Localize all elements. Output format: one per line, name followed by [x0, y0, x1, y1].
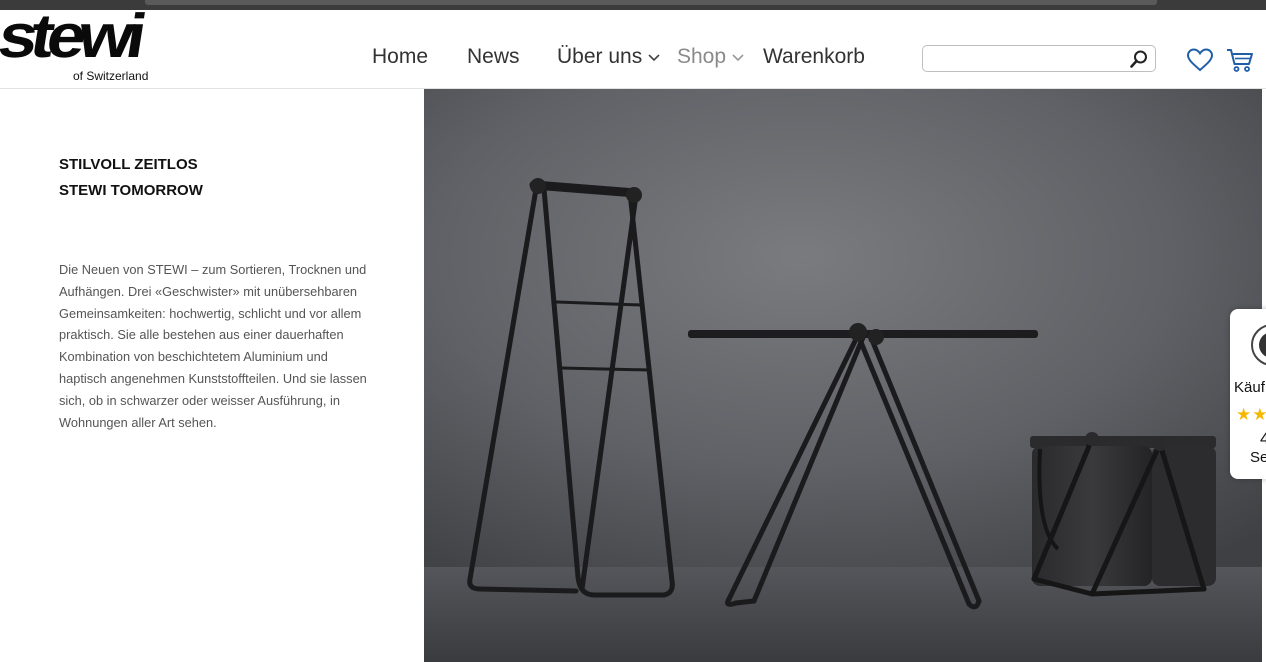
intro-headings: STILVOLL ZEITLOS STEWI TOMORROW: [59, 152, 379, 204]
star-rating: ★★: [1236, 405, 1266, 424]
trust-badge-widget[interactable]: Käuf ★★ 4 Se: [1230, 309, 1266, 479]
chevron-down-icon: [732, 54, 744, 62]
browser-top-bar: [145, 0, 1157, 5]
trust-seal-icon: [1251, 324, 1266, 366]
nav-item-label: Warenkorb: [763, 45, 865, 68]
chevron-down-icon: [648, 54, 660, 62]
trust-score: 4: [1260, 429, 1266, 448]
browser-top-strip: [0, 0, 1266, 10]
site-header: stewi of Switzerland Home News Über uns …: [0, 2, 1266, 89]
hero-photo-furniture: [424, 89, 1262, 662]
trust-badge-label: Käuf: [1234, 379, 1265, 396]
headline-2: STEWI TOMORROW: [59, 182, 203, 199]
search-input[interactable]: [929, 49, 1133, 70]
nav-item-label: Home: [372, 45, 429, 68]
intro-body-text: Die Neuen von STEWI – zum Sortieren, Tro…: [59, 262, 367, 430]
logo[interactable]: stewi of Switzerland: [0, 2, 160, 83]
nav-item-label: Shop: [677, 45, 727, 68]
hero-image: [424, 89, 1262, 662]
search-icon[interactable]: [1129, 49, 1149, 69]
heart-icon[interactable]: [1186, 47, 1214, 73]
nav-item-shop[interactable]: Shop: [677, 45, 744, 69]
trust-more-text: Se: [1250, 449, 1266, 466]
nav-item-ueber-uns[interactable]: Über uns: [557, 45, 660, 69]
search-box: [922, 45, 1156, 72]
nav-item-home[interactable]: Home: [372, 45, 428, 69]
headline-1: STILVOLL ZEITLOS: [59, 156, 198, 173]
nav-item-label: News: [467, 45, 520, 68]
nav-item-label: Über uns: [557, 45, 643, 68]
nav-item-warenkorb[interactable]: Warenkorb: [763, 45, 865, 69]
logo-wordmark: stewi: [0, 2, 145, 71]
logo-tagline: of Switzerland: [73, 69, 149, 83]
nav-item-news[interactable]: News: [467, 45, 520, 69]
cart-icon[interactable]: [1226, 47, 1254, 73]
